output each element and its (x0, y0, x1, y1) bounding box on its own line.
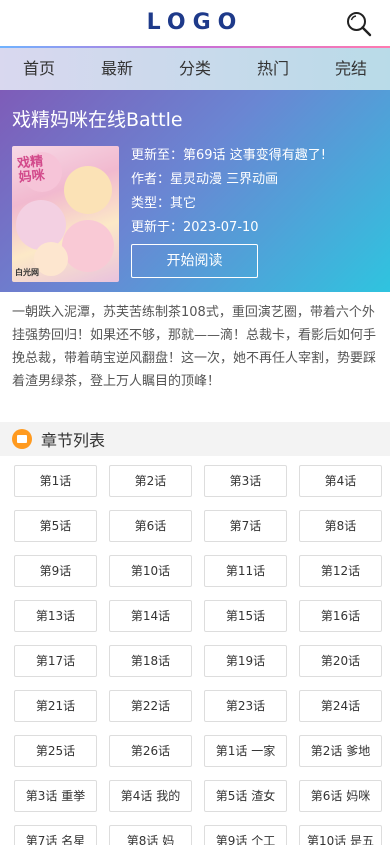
chapter-item[interactable]: 第15话 (204, 600, 287, 632)
chapter-item[interactable]: 第10话 (109, 555, 192, 587)
header: LOGO (0, 0, 390, 48)
nav-item-completed[interactable]: 完结 (312, 48, 390, 90)
chapter-item[interactable]: 第6话 妈咪 (299, 780, 382, 812)
chapter-item[interactable]: 第8话 (299, 510, 382, 542)
chapter-item[interactable]: 第11话 (204, 555, 287, 587)
chapter-item[interactable]: 第17话 (14, 645, 97, 677)
logo[interactable]: LOGO (0, 10, 390, 35)
comic-cover[interactable]: 戏精妈咪 白光网 (12, 146, 119, 282)
nav-item-latest[interactable]: 最新 (78, 48, 156, 90)
chapter-item[interactable]: 第14话 (109, 600, 192, 632)
chapter-list-header: 章节列表 (0, 422, 390, 456)
nav-item-category[interactable]: 分类 (156, 48, 234, 90)
chapter-item[interactable]: 第8话 妈 (109, 825, 192, 845)
update-row: 更新至：第69话 这事变得有趣了! (131, 148, 326, 163)
chapter-item[interactable]: 第22话 (109, 690, 192, 722)
chapter-list-title: 章节列表 (41, 431, 106, 450)
author-value: 星灵动漫 三界动画 (170, 172, 279, 187)
chapter-item[interactable]: 第12话 (299, 555, 382, 587)
chapter-item[interactable]: 第5话 渣女 (204, 780, 287, 812)
chapter-item[interactable]: 第25话 (14, 735, 97, 767)
cover-title-art: 戏精妈咪 (16, 154, 46, 186)
chapter-item[interactable]: 第9话 个工 (204, 825, 287, 845)
chapter-item[interactable]: 第7话 (204, 510, 287, 542)
chapter-item[interactable]: 第20话 (299, 645, 382, 677)
type-value: 其它 (170, 196, 197, 211)
chapter-item[interactable]: 第19话 (204, 645, 287, 677)
chapter-item[interactable]: 第1话 一家 (204, 735, 287, 767)
chapter-item[interactable]: 第9话 (14, 555, 97, 587)
chapter-item[interactable]: 第13话 (14, 600, 97, 632)
author-row: 作者：星灵动漫 三界动画 (131, 172, 279, 187)
chapter-grid: 第1话 第2话 第3话 第4话 第5话 第6话 第7话 第8话 第9话 第10话 第11话 第12话第… (0, 456, 390, 845)
chapter-item[interactable]: 第10话 是五 (299, 825, 382, 845)
chapter-item[interactable]: 第4话 我的 (109, 780, 192, 812)
chapter-item[interactable]: 第2话 爹地 (299, 735, 382, 767)
chapter-item[interactable]: 第1话 (14, 465, 97, 497)
nav-item-hot[interactable]: 热门 (234, 48, 312, 90)
chapter-item[interactable]: 第6话 (109, 510, 192, 542)
chapter-item[interactable]: 第3话 (204, 465, 287, 497)
cover-logo: 白光网 (15, 268, 39, 277)
chapter-item[interactable]: 第5话 (14, 510, 97, 542)
chapter-item[interactable]: 第23话 (204, 690, 287, 722)
chapter-item[interactable]: 第24话 (299, 690, 382, 722)
chapter-item[interactable]: 第26话 (109, 735, 192, 767)
comic-info: 更新至：第69话 这事变得有趣了! 作者：星灵动漫 三界动画 类型：其它 更新于… (131, 144, 326, 240)
comic-banner: 戏精妈咪在线Battle 戏精妈咪 白光网 更新至：第69话 这事变得有趣了! … (0, 90, 390, 292)
chapter-item[interactable]: 第18话 (109, 645, 192, 677)
comic-title: 戏精妈咪在线Battle (12, 109, 183, 131)
update-date: 2023-07-10 (183, 220, 259, 235)
chapter-list-icon (12, 429, 32, 449)
chapter-item[interactable]: 第7话 名星 (14, 825, 97, 845)
chapter-item[interactable]: 第21话 (14, 690, 97, 722)
chapter-item[interactable]: 第16话 (299, 600, 382, 632)
search-icon[interactable] (346, 11, 372, 37)
chapter-item[interactable]: 第4话 (299, 465, 382, 497)
start-reading-button[interactable]: 开始阅读 (131, 244, 258, 278)
chapter-item[interactable]: 第3话 重挙 (14, 780, 97, 812)
nav-item-home[interactable]: 首页 (0, 48, 78, 90)
main-nav: 首页 最新 分类 热门 完结 (0, 48, 390, 90)
comic-description: 一朝跌入泥潭，苏芙苦练制茶108式，重回演艺圈，带着六个外挂强势回归！如果还不够… (12, 305, 377, 389)
latest-chapter: 第69话 这事变得有趣了! (183, 148, 326, 163)
date-row: 更新于：2023-07-10 (131, 220, 259, 235)
chapter-item[interactable]: 第2话 (109, 465, 192, 497)
type-row: 类型：其它 (131, 196, 197, 211)
